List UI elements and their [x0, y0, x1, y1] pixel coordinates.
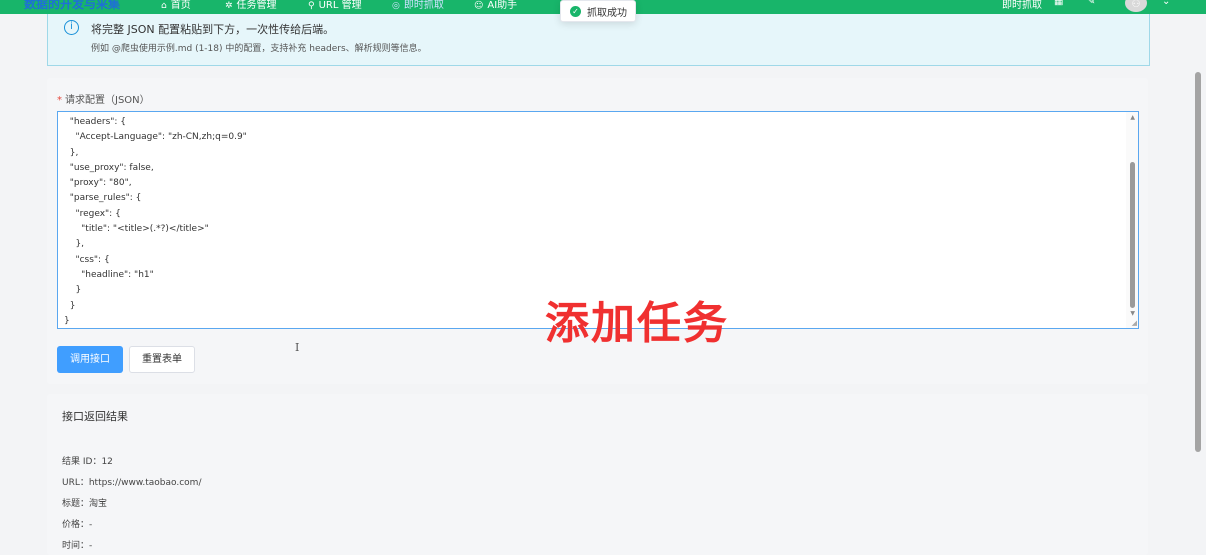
result-url: URL：https://www.taobao.com/	[62, 478, 202, 488]
link-icon: ⚲	[308, 1, 315, 11]
scroll-down-icon[interactable]: ▼	[1130, 310, 1135, 317]
result-title: 接口返回结果	[62, 410, 128, 423]
text-cursor-icon: I	[295, 341, 300, 354]
nav-item-instant[interactable]: ◎ 即时抓取	[392, 0, 444, 11]
app-brand[interactable]: 数据的开发与采集	[24, 0, 120, 12]
textarea-scrollbar[interactable]: ▲ ▼	[1126, 112, 1138, 328]
chat-icon: ☺	[474, 1, 484, 11]
chevron-down-icon[interactable]: ⌄	[1162, 0, 1170, 7]
json-config-label: * 请求配置（JSON）	[57, 95, 150, 106]
alert-line-1: 将完整 JSON 配置粘贴到下方，一次性传给后端。	[91, 23, 335, 36]
success-toast: ✓ 抓取成功	[560, 0, 636, 22]
scrollbar-thumb[interactable]	[1130, 162, 1135, 308]
bug-icon: ✲	[225, 1, 233, 11]
result-id: 结果 ID：12	[62, 457, 113, 467]
nav-item-tasks[interactable]: ✲ 任务管理	[225, 0, 277, 11]
alert-line-2: 例如 @爬虫使用示例.md (1-18) 中的配置，支持补充 headers、解…	[91, 44, 427, 54]
info-icon: i	[64, 20, 79, 35]
result-time: 时间：-	[62, 541, 93, 551]
required-mark: *	[57, 95, 62, 106]
check-circle-icon: ✓	[570, 5, 581, 17]
instant-crawl-link[interactable]: 即时抓取	[1002, 0, 1042, 11]
nav-item-ai[interactable]: ☺ AI助手	[474, 0, 517, 11]
target-icon: ◎	[392, 1, 400, 11]
call-api-button[interactable]: 调用接口	[57, 346, 123, 373]
user-avatar-icon[interactable]: ⚇	[1125, 0, 1147, 12]
scroll-up-icon[interactable]: ▲	[1130, 114, 1135, 121]
api-result-card: 接口返回结果 结果 ID：12 URL：https://www.taobao.c…	[47, 394, 1148, 555]
result-price: 价格：-	[62, 520, 93, 530]
overlay-caption: 添加任务	[545, 298, 729, 349]
result-title-value: 标题：淘宝	[62, 499, 108, 509]
clear-icon[interactable]: ✎	[1087, 0, 1095, 7]
home-icon: ⌂	[161, 1, 167, 11]
reset-form-button[interactable]: 重置表单	[129, 346, 195, 373]
nav-item-home[interactable]: ⌂ 首页	[161, 0, 191, 11]
resize-handle-icon[interactable]: ◢	[1132, 319, 1137, 327]
page-scrollbar-thumb[interactable]	[1195, 72, 1201, 452]
nav-item-url[interactable]: ⚲ URL 管理	[308, 0, 362, 11]
json-config-text[interactable]: "headers": { "Accept-Language": "zh-CN,z…	[64, 115, 247, 328]
toast-text: 抓取成功	[587, 7, 627, 19]
grid-icon[interactable]: ▦	[1054, 0, 1063, 7]
